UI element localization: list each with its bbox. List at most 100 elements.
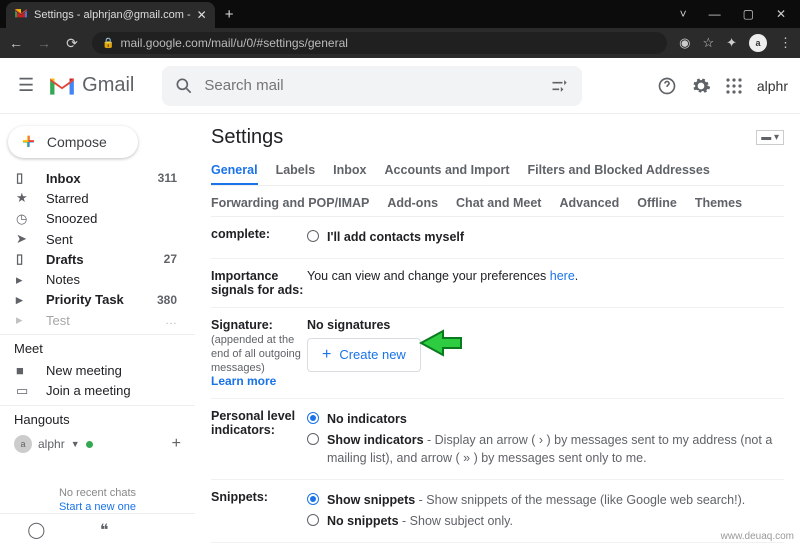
option-text: No indicators: [327, 410, 407, 429]
gmail-logo-icon: [48, 75, 76, 97]
nav-label: Join a meeting: [46, 383, 131, 398]
star-icon[interactable]: ☆: [702, 35, 714, 51]
tab-forwarding[interactable]: Forwarding and POP/IMAP: [211, 190, 369, 216]
nav-truncated[interactable]: ▸Test…: [0, 310, 187, 330]
file-icon: ▯: [16, 251, 32, 267]
forward-icon[interactable]: →: [36, 35, 52, 51]
browser-toolbar: ← → ⟳ 🔒 mail.google.com/mail/u/0/#settin…: [0, 28, 800, 58]
meet-join[interactable]: ▭ Join a meeting: [0, 381, 187, 401]
tab-close-icon[interactable]: ✕: [197, 8, 207, 22]
hangouts-user-row[interactable]: a alphr ▼ +: [0, 431, 195, 457]
minimize-icon[interactable]: —: [709, 7, 721, 21]
option-text: Show indicators - Display an arrow ( › )…: [327, 431, 784, 469]
search-input[interactable]: [204, 77, 540, 94]
nav-label: New meeting: [46, 363, 122, 378]
tab-general[interactable]: General: [211, 157, 258, 185]
search-bar[interactable]: [162, 66, 582, 106]
radio-show-snippets[interactable]: [307, 493, 319, 505]
nav-starred[interactable]: ★Starred: [0, 188, 187, 208]
learn-more-link[interactable]: Learn more: [211, 374, 276, 388]
nav-count: 311: [158, 171, 177, 185]
video-icon: ■: [16, 363, 32, 378]
apps-grid-icon[interactable]: [725, 77, 743, 95]
radio-show-indicators[interactable]: [307, 433, 319, 445]
nav-count: 27: [164, 252, 177, 266]
eye-icon[interactable]: ◉: [679, 35, 690, 51]
watermark: www.deuaq.com: [721, 531, 794, 542]
settings-tabs-row2: Forwarding and POP/IMAP Add-ons Chat and…: [211, 186, 784, 217]
nav-drafts[interactable]: ▯Drafts27: [0, 249, 187, 269]
extensions-icon[interactable]: ✦: [726, 35, 737, 51]
setting-label: Personal level indicators:: [211, 409, 307, 469]
nav-inbox[interactable]: ▯Inbox311: [0, 168, 187, 188]
tab-advanced[interactable]: Advanced: [559, 190, 619, 216]
radio-no-snippets[interactable]: [307, 514, 319, 526]
no-recent-chats: No recent chats: [0, 487, 195, 499]
compose-label: Compose: [47, 134, 107, 150]
hangouts-icon[interactable]: ❝: [100, 520, 109, 540]
gmail-logo[interactable]: Gmail: [48, 74, 154, 97]
meet-section-label: Meet: [0, 334, 195, 360]
option-text: Show snippets - Show snippets of the mes…: [327, 491, 745, 510]
text: .: [575, 269, 578, 283]
reload-icon[interactable]: ⟳: [64, 35, 80, 52]
tab-labels[interactable]: Labels: [276, 157, 316, 185]
nav-label: Priority Task: [46, 292, 124, 307]
browser-menu-icon[interactable]: ⋮: [779, 35, 792, 51]
no-signatures-text: No signatures: [307, 318, 784, 332]
radio-add-contacts[interactable]: [307, 230, 319, 242]
tab-inbox[interactable]: Inbox: [333, 157, 366, 185]
gmail-logo-text: Gmail: [82, 74, 134, 97]
setting-complete: complete: I'll add contacts myself: [211, 217, 784, 259]
tab-offline[interactable]: Offline: [637, 190, 677, 216]
gmail-favicon-icon: [14, 8, 28, 22]
account-label[interactable]: alphr: [757, 78, 788, 94]
phone-icon[interactable]: [163, 520, 167, 540]
profile-avatar[interactable]: a: [749, 34, 767, 52]
keyboard-icon: ▭: [16, 383, 32, 399]
caret-down-icon[interactable]: ▼: [71, 439, 80, 449]
setting-vacation: Vacation responder: Vacation responder o…: [211, 543, 784, 546]
tab-filters[interactable]: Filters and Blocked Addresses: [528, 157, 710, 185]
setting-label: Importance signals for ads:: [211, 269, 307, 297]
browser-tab[interactable]: Settings - alphrjan@gmail.com - ✕: [6, 2, 215, 28]
contacts-icon[interactable]: ◯: [27, 520, 45, 540]
support-icon[interactable]: [657, 76, 677, 96]
inbox-icon: ▯: [16, 170, 32, 186]
nav-count: …: [165, 313, 177, 327]
lock-icon: 🔒: [102, 38, 114, 49]
compose-button[interactable]: + Compose: [8, 126, 138, 158]
hangouts-avatar: a: [14, 435, 32, 453]
label-icon: ▸: [16, 312, 32, 328]
nav-priority-task[interactable]: ▸Priority Task380: [0, 290, 187, 310]
start-new-chat-link[interactable]: Start a new one: [0, 501, 195, 513]
setting-label: Signature: (appended at the end of all o…: [211, 318, 307, 388]
radio-no-indicators[interactable]: [307, 412, 319, 424]
caret-down-icon[interactable]: ˅: [680, 7, 687, 21]
maximize-icon[interactable]: ▢: [743, 7, 754, 21]
label-text: Signature:: [211, 318, 273, 332]
address-bar[interactable]: 🔒 mail.google.com/mail/u/0/#settings/gen…: [92, 32, 667, 54]
search-options-icon[interactable]: [550, 76, 570, 96]
tab-chat[interactable]: Chat and Meet: [456, 190, 541, 216]
meet-new[interactable]: ■ New meeting: [0, 360, 187, 380]
tab-addons[interactable]: Add-ons: [387, 190, 438, 216]
nav-sent[interactable]: ➤Sent: [0, 229, 187, 249]
tab-accounts[interactable]: Accounts and Import: [385, 157, 510, 185]
nav-label: Starred: [46, 191, 89, 206]
hangouts-add-icon[interactable]: +: [172, 435, 181, 453]
nav-notes[interactable]: ▸Notes: [0, 269, 187, 289]
new-tab-button[interactable]: +: [225, 6, 234, 23]
main-menu-icon[interactable]: ☰: [12, 71, 40, 100]
create-new-signature-button[interactable]: + Create new: [307, 338, 421, 372]
nav-snoozed[interactable]: ◷Snoozed: [0, 209, 187, 229]
close-window-icon[interactable]: ✕: [776, 7, 786, 21]
input-tools-dropdown[interactable]: ▬ ▾: [756, 130, 784, 145]
gmail-header: ☰ Gmail: [0, 58, 800, 114]
tab-themes[interactable]: Themes: [695, 190, 742, 216]
search-icon[interactable]: [174, 76, 194, 96]
settings-gear-icon[interactable]: [691, 76, 711, 96]
clock-icon: ◷: [16, 211, 32, 227]
preferences-link[interactable]: here: [550, 269, 575, 283]
back-icon[interactable]: ←: [8, 35, 24, 51]
